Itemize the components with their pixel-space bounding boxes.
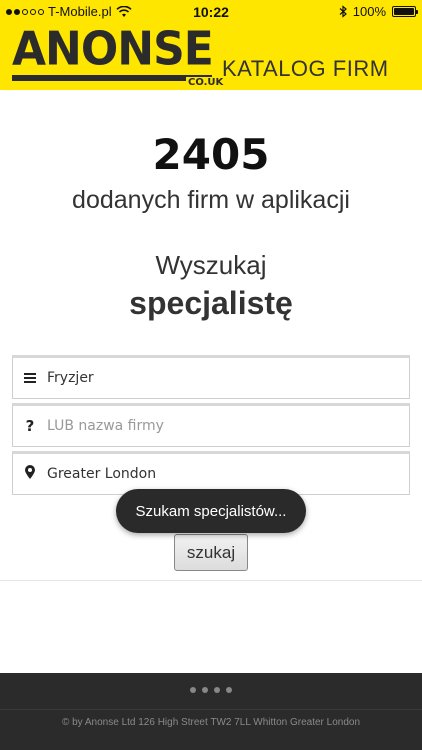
footer-divider xyxy=(0,709,422,710)
category-field[interactable] xyxy=(12,355,410,399)
company-name-field[interactable]: ? xyxy=(12,403,410,447)
search-heading-emphasis: specjalistę xyxy=(129,285,293,321)
company-name-input[interactable] xyxy=(47,418,387,434)
page-indicator[interactable] xyxy=(0,687,422,693)
copyright-text: © by Anonse Ltd 126 High Street TW2 7LL … xyxy=(61,717,361,728)
status-bar: T-Mobile.pl 10:22 100% xyxy=(0,0,422,24)
footer: © by Anonse Ltd 126 High Street TW2 7LL … xyxy=(0,673,422,750)
category-input[interactable] xyxy=(47,370,387,386)
search-button[interactable]: szukaj xyxy=(174,534,248,571)
question-icon: ? xyxy=(25,417,35,435)
bluetooth-icon xyxy=(339,5,347,18)
search-heading: Wyszukaj xyxy=(155,250,267,280)
location-pin-icon xyxy=(13,465,47,483)
header-tagline: KATALOG FIRM xyxy=(222,56,389,81)
page-dot[interactable] xyxy=(202,687,208,693)
page-dot[interactable] xyxy=(214,687,220,693)
app-header: T-Mobile.pl 10:22 100% ANONSE CO.UK KATA… xyxy=(0,0,422,90)
company-count-label: dodanych firm w aplikacji xyxy=(72,186,350,214)
loading-toast: Szukam specjalistów... xyxy=(116,489,306,533)
battery-percent: 100% xyxy=(352,4,386,19)
page-dot[interactable] xyxy=(226,687,232,693)
anonse-logo[interactable]: ANONSE CO.UK xyxy=(12,26,226,88)
company-count: 2405 xyxy=(152,130,270,179)
battery-icon xyxy=(392,6,418,17)
content-divider xyxy=(0,580,422,581)
menu-icon xyxy=(13,369,47,387)
location-input[interactable] xyxy=(47,466,387,482)
page-dot[interactable] xyxy=(190,687,196,693)
